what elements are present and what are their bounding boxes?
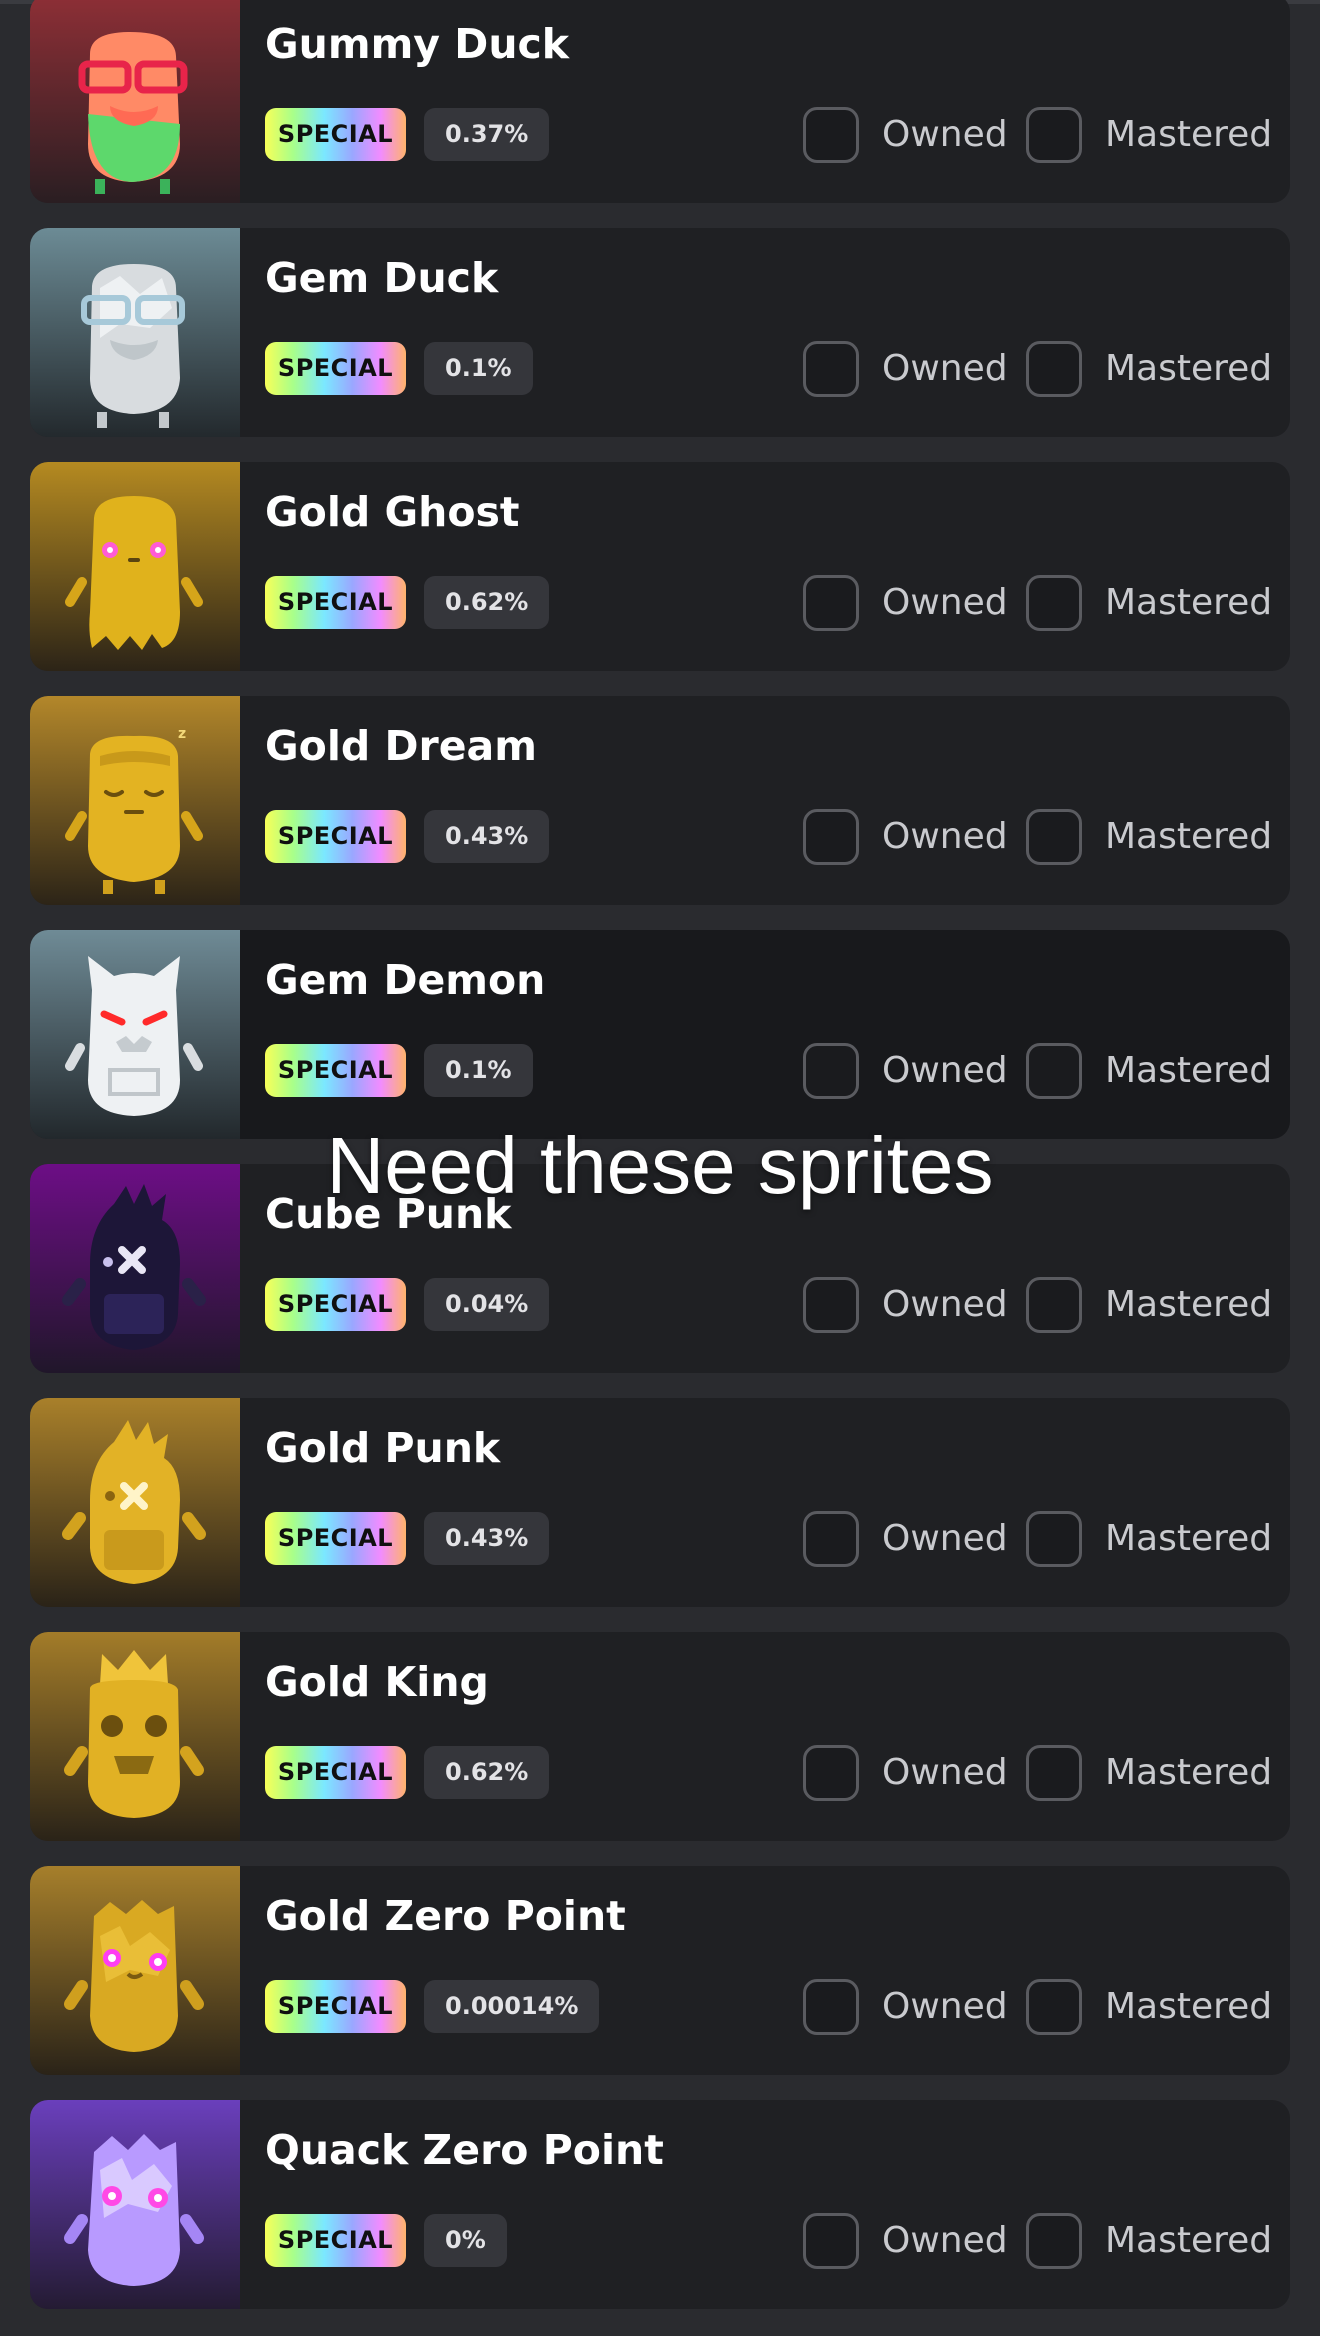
drop-rate-badge: 0.43% <box>424 810 550 863</box>
special-badge: SPECIAL <box>265 2214 406 2267</box>
mastered-label[interactable]: Mastered <box>1105 579 1272 627</box>
mastered-label[interactable]: Mastered <box>1105 1515 1272 1563</box>
owned-checkbox[interactable] <box>803 1043 859 1099</box>
owned-label[interactable]: Owned <box>882 111 1008 159</box>
gold-ghost-icon <box>30 462 240 671</box>
mastered-label[interactable]: Mastered <box>1105 1983 1272 2031</box>
sprite-thumbnail <box>30 1398 240 1607</box>
sprite-thumbnail <box>30 2100 240 2309</box>
drop-rate-badge: 0.04% <box>424 1278 550 1331</box>
mastered-label[interactable]: Mastered <box>1105 2217 1272 2265</box>
owned-label[interactable]: Owned <box>882 345 1008 393</box>
owned-checkbox[interactable] <box>803 1511 859 1567</box>
list-item: z Gold Dream SPECIAL 0.43% Owned Mastere… <box>30 696 1290 905</box>
owned-label[interactable]: Owned <box>882 1047 1008 1095</box>
drop-rate-badge: 0.1% <box>424 342 533 395</box>
owned-checkbox[interactable] <box>803 107 859 163</box>
item-name: Gold Zero Point <box>265 1892 626 1940</box>
owned-label[interactable]: Owned <box>882 579 1008 627</box>
mastered-checkbox[interactable] <box>1026 1979 1082 2035</box>
list-item: Quack Zero Point SPECIAL 0% Owned Master… <box>30 2100 1290 2309</box>
mastered-label[interactable]: Mastered <box>1105 345 1272 393</box>
special-badge: SPECIAL <box>265 1512 406 1565</box>
special-badge: SPECIAL <box>265 1746 406 1799</box>
item-name: Gold King <box>265 1658 489 1706</box>
sprite-thumbnail <box>30 228 240 437</box>
gold-king-icon <box>30 1632 240 1841</box>
sprite-thumbnail <box>30 1866 240 2075</box>
list-item: Gold Ghost SPECIAL 0.62% Owned Mastered <box>30 462 1290 671</box>
sprite-thumbnail <box>30 1632 240 1841</box>
gold-punk-icon <box>30 1398 240 1607</box>
owned-checkbox[interactable] <box>803 341 859 397</box>
mastered-checkbox[interactable] <box>1026 809 1082 865</box>
special-badge: SPECIAL <box>265 576 406 629</box>
list-item: Gold Punk SPECIAL 0.43% Owned Mastered <box>30 1398 1290 1607</box>
owned-checkbox[interactable] <box>803 2213 859 2269</box>
owned-label[interactable]: Owned <box>882 1515 1008 1563</box>
gummy-duck-icon <box>30 0 240 203</box>
list-item: Gem Demon SPECIAL 0.1% Owned Mastered <box>30 930 1290 1139</box>
gem-duck-icon <box>30 228 240 437</box>
mastered-label[interactable]: Mastered <box>1105 1749 1272 1797</box>
item-name: Gold Dream <box>265 722 537 770</box>
drop-rate-badge: 0.62% <box>424 576 550 629</box>
mastered-checkbox[interactable] <box>1026 1277 1082 1333</box>
drop-rate-badge: 0.00014% <box>424 1980 600 2033</box>
mastered-label[interactable]: Mastered <box>1105 111 1272 159</box>
gold-zero-point-icon <box>30 1866 240 2075</box>
special-badge: SPECIAL <box>265 342 406 395</box>
owned-checkbox[interactable] <box>803 1745 859 1801</box>
list-item: Gold Zero Point SPECIAL 0.00014% Owned M… <box>30 1866 1290 2075</box>
mastered-checkbox[interactable] <box>1026 1745 1082 1801</box>
item-name: Gold Punk <box>265 1424 501 1472</box>
mastered-checkbox[interactable] <box>1026 341 1082 397</box>
overlay-caption: Need these sprites <box>326 1121 994 1210</box>
list-item: Gem Duck SPECIAL 0.1% Owned Mastered <box>30 228 1290 437</box>
item-name: Gem Duck <box>265 254 499 302</box>
list-item: Gold King SPECIAL 0.62% Owned Mastered <box>30 1632 1290 1841</box>
owned-checkbox[interactable] <box>803 575 859 631</box>
owned-label[interactable]: Owned <box>882 2217 1008 2265</box>
drop-rate-badge: 0% <box>424 2214 507 2267</box>
drop-rate-badge: 0.62% <box>424 1746 550 1799</box>
sprite-thumbnail: z <box>30 696 240 905</box>
sprite-thumbnail <box>30 0 240 203</box>
mastered-label[interactable]: Mastered <box>1105 1281 1272 1329</box>
special-badge: SPECIAL <box>265 1278 406 1331</box>
item-name: Gem Demon <box>265 956 546 1004</box>
special-badge: SPECIAL <box>265 1980 406 2033</box>
special-badge: SPECIAL <box>265 1044 406 1097</box>
owned-label[interactable]: Owned <box>882 1983 1008 2031</box>
owned-checkbox[interactable] <box>803 1277 859 1333</box>
quack-zero-point-icon <box>30 2100 240 2309</box>
mastered-checkbox[interactable] <box>1026 1511 1082 1567</box>
owned-checkbox[interactable] <box>803 1979 859 2035</box>
sprite-thumbnail <box>30 462 240 671</box>
mastered-checkbox[interactable] <box>1026 1043 1082 1099</box>
owned-label[interactable]: Owned <box>882 1749 1008 1797</box>
item-name: Gold Ghost <box>265 488 520 536</box>
special-badge: SPECIAL <box>265 108 406 161</box>
mastered-label[interactable]: Mastered <box>1105 813 1272 861</box>
sprite-thumbnail <box>30 930 240 1139</box>
mastered-checkbox[interactable] <box>1026 2213 1082 2269</box>
gem-demon-icon <box>30 930 240 1139</box>
mastered-checkbox[interactable] <box>1026 575 1082 631</box>
mastered-label[interactable]: Mastered <box>1105 1047 1272 1095</box>
drop-rate-badge: 0.1% <box>424 1044 533 1097</box>
list-item: Gummy Duck SPECIAL 0.37% Owned Mastered <box>30 0 1290 203</box>
item-name: Gummy Duck <box>265 20 570 68</box>
gold-dream-icon: z <box>30 696 240 905</box>
mastered-checkbox[interactable] <box>1026 107 1082 163</box>
owned-label[interactable]: Owned <box>882 813 1008 861</box>
item-name: Quack Zero Point <box>265 2126 664 2174</box>
owned-checkbox[interactable] <box>803 809 859 865</box>
special-badge: SPECIAL <box>265 810 406 863</box>
drop-rate-badge: 0.37% <box>424 108 550 161</box>
svg-text:z: z <box>178 726 186 742</box>
drop-rate-badge: 0.43% <box>424 1512 550 1565</box>
owned-label[interactable]: Owned <box>882 1281 1008 1329</box>
